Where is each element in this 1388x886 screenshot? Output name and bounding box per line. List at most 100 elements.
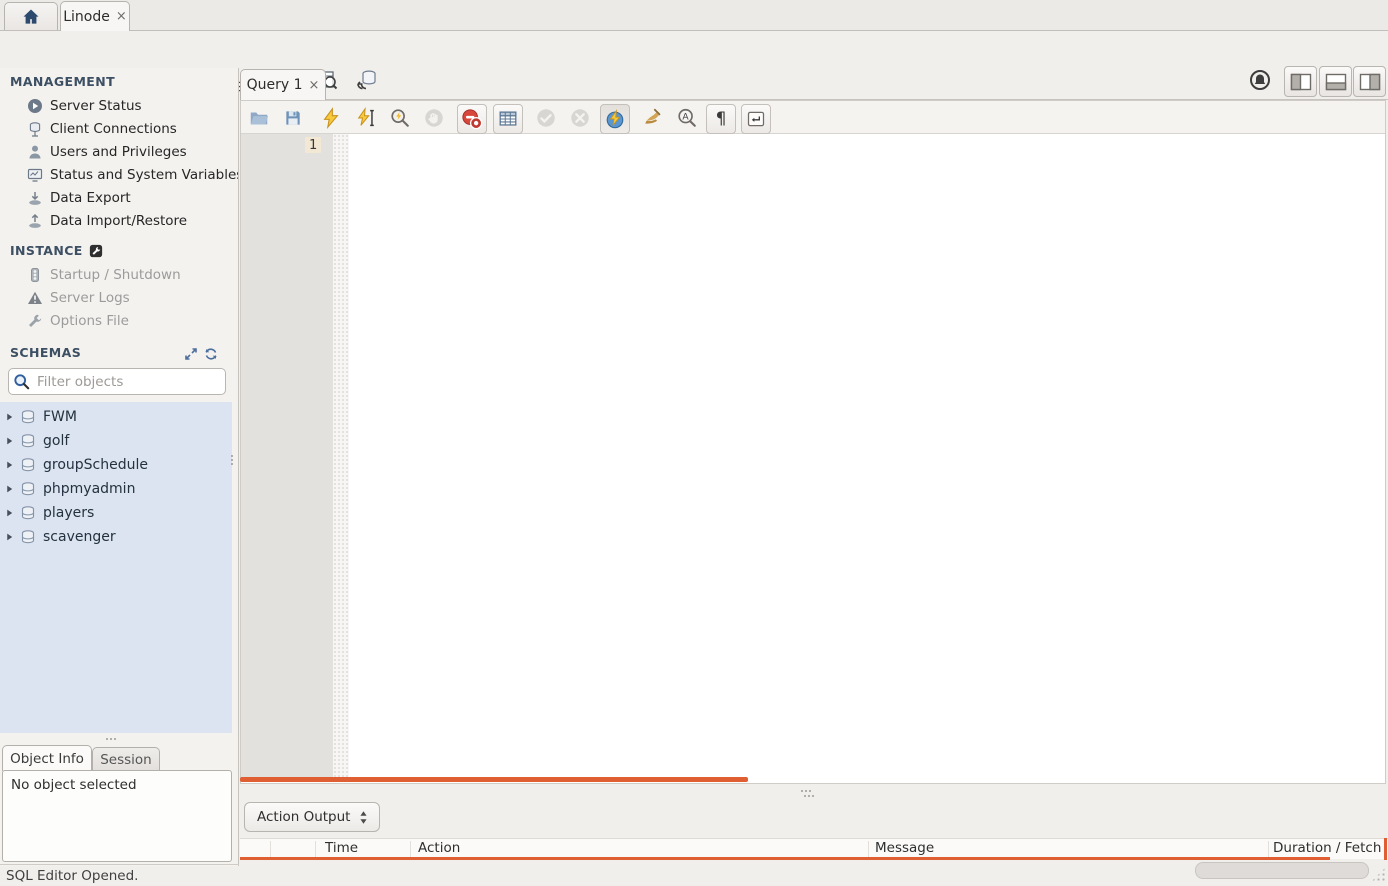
- stop-button: [422, 106, 446, 130]
- system-variables-icon: [26, 166, 43, 183]
- expand-arrow-icon[interactable]: [5, 436, 14, 446]
- search-icon: [13, 373, 30, 390]
- schema-filter[interactable]: [8, 368, 226, 395]
- editor-horizontal-scrollbar[interactable]: [240, 777, 748, 782]
- instance-section-header: INSTANCE: [10, 243, 83, 258]
- close-icon[interactable]: ×: [309, 79, 320, 92]
- schema-tree: FWM golf groupSchedule phpmyadmin player…: [0, 402, 232, 733]
- statusbar: SQL Editor Opened.: [0, 865, 960, 886]
- expand-all-icon[interactable]: [184, 346, 198, 365]
- schema-item-groupschedule[interactable]: groupSchedule: [0, 453, 232, 477]
- expand-arrow-icon[interactable]: [5, 532, 14, 542]
- server-logs-icon: [26, 289, 43, 306]
- close-icon[interactable]: ×: [116, 10, 127, 23]
- column-header-time[interactable]: Time: [325, 840, 358, 856]
- wrench-badge-icon: [89, 244, 103, 258]
- editor-gutter: 1: [241, 134, 333, 778]
- pilcrow-icon: ¶: [716, 109, 727, 129]
- data-export-icon: [26, 189, 43, 206]
- schema-icon: [20, 481, 36, 497]
- connection-tab-linode[interactable]: Linode ×: [60, 1, 130, 31]
- autocommit-toggle[interactable]: [600, 104, 630, 134]
- output-horizontal-scrollbar-thumb[interactable]: [1195, 862, 1369, 879]
- data-import-icon: [26, 212, 43, 229]
- open-file-button[interactable]: [247, 106, 271, 130]
- sidebar-item-server-status[interactable]: Server Status: [0, 94, 238, 117]
- schema-item-fwm[interactable]: FWM: [0, 405, 232, 429]
- schema-icon: [20, 529, 36, 545]
- spinner-arrows-icon: [359, 810, 368, 825]
- sidebar-item-server-logs[interactable]: Server Logs: [0, 286, 238, 309]
- stop-on-error-toggle[interactable]: [457, 104, 487, 134]
- tab-object-info[interactable]: Object Info: [2, 745, 92, 771]
- client-connections-icon: [26, 120, 43, 137]
- schema-item-phpmyadmin[interactable]: phpmyadmin: [0, 477, 232, 501]
- editor-fold-margin: [333, 134, 349, 778]
- schema-icon: [20, 457, 36, 473]
- sidebar-item-options-file[interactable]: Options File: [0, 309, 238, 332]
- sidebar-item-client-connections[interactable]: Client Connections: [0, 117, 238, 140]
- startup-shutdown-icon: [26, 266, 43, 283]
- schema-item-scavenger[interactable]: scavenger: [0, 525, 232, 549]
- rollback-button: [568, 106, 592, 130]
- options-file-icon: [26, 312, 43, 329]
- sidebar-item-users-privileges[interactable]: Users and Privileges: [0, 140, 238, 163]
- sidebar-item-system-variables[interactable]: Status and System Variables: [0, 163, 238, 186]
- column-header-action[interactable]: Action: [418, 840, 460, 856]
- panel-drag-handle[interactable]: [106, 738, 116, 740]
- schema-icon: [20, 505, 36, 521]
- expand-arrow-icon[interactable]: [5, 460, 14, 470]
- expand-arrow-icon[interactable]: [5, 508, 14, 518]
- connection-tab-label: Linode: [63, 9, 110, 25]
- limit-rows-toggle[interactable]: [493, 104, 523, 134]
- output-header-accent-right: [1384, 838, 1387, 860]
- refresh-icon[interactable]: [204, 346, 218, 365]
- output-selector[interactable]: Action Output: [244, 802, 380, 832]
- sidebar-splitter[interactable]: [231, 455, 233, 465]
- output-table-header: Time Action Message Duration / Fetch: [240, 838, 1388, 859]
- schema-icon: [20, 409, 36, 425]
- sql-editor-toolbar: ¶: [241, 101, 1385, 134]
- home-icon: [21, 7, 41, 27]
- tab-session[interactable]: Session: [92, 747, 160, 771]
- explain-button[interactable]: [388, 106, 412, 130]
- word-wrap-toggle[interactable]: [741, 104, 771, 134]
- column-header-duration[interactable]: Duration / Fetch: [1273, 840, 1385, 856]
- home-tab[interactable]: [4, 2, 58, 30]
- column-header-message[interactable]: Message: [875, 840, 934, 856]
- expand-arrow-icon[interactable]: [5, 484, 14, 494]
- output-splitter-handle2[interactable]: [804, 795, 814, 797]
- main-toolbar: [0, 31, 1388, 68]
- query-tab-strip: Query 1 ×: [240, 68, 1388, 100]
- server-status-icon: [26, 97, 43, 114]
- commit-button: [534, 106, 558, 130]
- tab-query-1[interactable]: Query 1 ×: [240, 69, 326, 100]
- line-number: 1: [305, 137, 321, 153]
- show-invisibles-toggle[interactable]: ¶: [706, 104, 736, 134]
- management-section-header: MANAGEMENT: [10, 74, 115, 89]
- sidebar-item-startup-shutdown[interactable]: Startup / Shutdown: [0, 263, 238, 286]
- schema-filter-input[interactable]: [35, 373, 221, 391]
- schema-icon: [20, 433, 36, 449]
- execute-button[interactable]: [319, 106, 343, 130]
- editor-text-area[interactable]: [349, 134, 1385, 778]
- sql-editor-panel: ¶ 1: [240, 100, 1386, 784]
- beautify-button[interactable]: [641, 106, 665, 130]
- find-button[interactable]: [675, 106, 699, 130]
- output-selector-label: Action Output: [257, 809, 359, 825]
- save-button[interactable]: [281, 106, 305, 130]
- expand-arrow-icon[interactable]: [5, 412, 14, 422]
- schemas-section-header: SCHEMAS: [10, 345, 81, 360]
- schema-item-golf[interactable]: golf: [0, 429, 232, 453]
- sidebar-item-data-export[interactable]: Data Export: [0, 186, 238, 209]
- users-privileges-icon: [26, 143, 43, 160]
- sidebar-item-data-import[interactable]: Data Import/Restore: [0, 209, 238, 232]
- schema-item-players[interactable]: players: [0, 501, 232, 525]
- sidebar: MANAGEMENT Server Status Client Connecti…: [0, 68, 239, 866]
- object-info-text: No object selected: [11, 777, 231, 793]
- output-splitter-handle[interactable]: [801, 790, 811, 792]
- object-info-panel: No object selected: [2, 770, 232, 862]
- window-tab-strip: Linode ×: [0, 0, 1388, 31]
- query-tab-label: Query 1: [247, 77, 303, 93]
- execute-current-button[interactable]: [354, 106, 378, 130]
